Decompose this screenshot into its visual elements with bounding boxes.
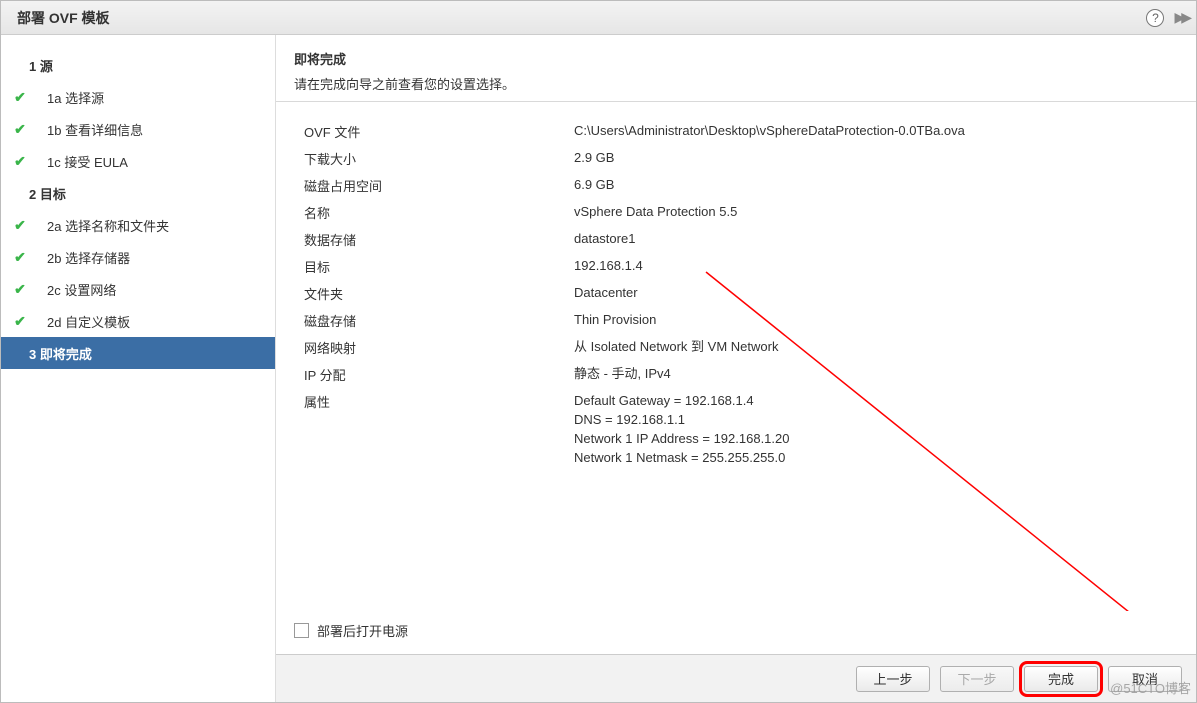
summary-content: OVF 文件 C:\Users\Administrator\Desktop\vSp… xyxy=(276,102,1196,611)
wizard-step-3[interactable]: ✔3 即将完成 xyxy=(1,337,275,369)
summary-label: IP 分配 xyxy=(304,365,564,384)
step-label: 1 源 xyxy=(29,56,53,75)
check-icon: ✔ xyxy=(11,281,29,298)
wizard-step-2b[interactable]: ✔2b 选择存储器 xyxy=(1,241,275,273)
dialog-body: 1 源✔1a 选择源✔1b 查看详细信息✔1c 接受 EULA2 目标✔2a 选… xyxy=(1,35,1196,702)
summary-label: 名称 xyxy=(304,203,564,222)
summary-value: 2.9 GB xyxy=(574,149,1178,168)
summary-value: 静态 - 手动, IPv4 xyxy=(574,365,1178,384)
expand-icon[interactable]: ▶▶ xyxy=(1174,9,1188,26)
help-icon[interactable]: ? xyxy=(1146,9,1164,27)
step-label: 3 即将完成 xyxy=(29,344,92,363)
summary-label: 磁盘存储 xyxy=(304,311,564,330)
step-label: 2 目标 xyxy=(29,184,66,203)
check-icon: ✔ xyxy=(11,121,29,138)
summary-value: 从 Isolated Network 到 VM Network xyxy=(574,338,1178,357)
ovf-deploy-dialog: 部署 OVF 模板 ? ▶▶ 1 源✔1a 选择源✔1b 查看详细信息✔1c 接… xyxy=(0,0,1197,703)
wizard-step-2[interactable]: 2 目标 xyxy=(1,177,275,209)
summary-value: datastore1 xyxy=(574,230,1178,249)
check-icon: ✔ xyxy=(11,89,29,106)
step-label: 2b 选择存储器 xyxy=(29,248,130,267)
summary-label: OVF 文件 xyxy=(304,122,564,141)
check-icon: ✔ xyxy=(11,217,29,234)
summary-label: 网络映射 xyxy=(304,338,564,357)
summary-value: Datacenter xyxy=(574,284,1178,303)
dialog-footer: 上一步 下一步 完成 取消 xyxy=(276,654,1196,702)
main-panel: 即将完成 请在完成向导之前查看您的设置选择。 OVF 文件 C:\Users\Ad… xyxy=(275,35,1196,702)
next-button: 下一步 xyxy=(940,666,1014,692)
dialog-title: 部署 OVF 模板 xyxy=(17,8,110,28)
wizard-step-1b[interactable]: ✔1b 查看详细信息 xyxy=(1,113,275,145)
summary-value: Thin Provision xyxy=(574,311,1178,330)
summary-value: 192.168.1.4 xyxy=(574,257,1178,276)
wizard-sidebar: 1 源✔1a 选择源✔1b 查看详细信息✔1c 接受 EULA2 目标✔2a 选… xyxy=(1,35,275,702)
summary-value: Default Gateway = 192.168.1.4 DNS = 192.… xyxy=(574,392,1178,467)
step-label: 1a 选择源 xyxy=(29,88,104,107)
wizard-step-2a[interactable]: ✔2a 选择名称和文件夹 xyxy=(1,209,275,241)
power-on-checkbox[interactable] xyxy=(294,623,309,638)
wizard-step-2c[interactable]: ✔2c 设置网络 xyxy=(1,273,275,305)
summary-label: 属性 xyxy=(304,392,564,411)
step-label: 2d 自定义模板 xyxy=(29,312,130,331)
check-icon: ✔ xyxy=(11,153,29,170)
summary-grid: OVF 文件 C:\Users\Administrator\Desktop\vSp… xyxy=(304,122,1178,467)
page-heading: 即将完成 xyxy=(294,49,1178,68)
check-icon: ✔ xyxy=(11,313,29,330)
check-icon: ✔ xyxy=(11,249,29,266)
wizard-step-1[interactable]: 1 源 xyxy=(1,49,275,81)
wizard-step-2d[interactable]: ✔2d 自定义模板 xyxy=(1,305,275,337)
finish-button[interactable]: 完成 xyxy=(1024,666,1098,692)
wizard-step-1c[interactable]: ✔1c 接受 EULA xyxy=(1,145,275,177)
summary-value: vSphere Data Protection 5.5 xyxy=(574,203,1178,222)
step-label: 1c 接受 EULA xyxy=(29,152,128,171)
summary-label: 下载大小 xyxy=(304,149,564,168)
step-label: 1b 查看详细信息 xyxy=(29,120,143,139)
cancel-button[interactable]: 取消 xyxy=(1108,666,1182,692)
step-label: 2c 设置网络 xyxy=(29,280,116,299)
titlebar: 部署 OVF 模板 ? ▶▶ xyxy=(1,1,1196,35)
summary-value: 6.9 GB xyxy=(574,176,1178,195)
power-on-label: 部署后打开电源 xyxy=(317,621,408,640)
summary-label: 磁盘占用空间 xyxy=(304,176,564,195)
wizard-step-1a[interactable]: ✔1a 选择源 xyxy=(1,81,275,113)
power-on-row: 部署后打开电源 xyxy=(276,611,1196,654)
summary-label: 数据存储 xyxy=(304,230,564,249)
page-subheading: 请在完成向导之前查看您的设置选择。 xyxy=(294,74,1178,93)
back-button[interactable]: 上一步 xyxy=(856,666,930,692)
summary-value: C:\Users\Administrator\Desktop\vSphereDa… xyxy=(574,122,1178,141)
main-header: 即将完成 请在完成向导之前查看您的设置选择。 xyxy=(276,35,1196,102)
summary-label: 目标 xyxy=(304,257,564,276)
step-label: 2a 选择名称和文件夹 xyxy=(29,216,169,235)
summary-label: 文件夹 xyxy=(304,284,564,303)
titlebar-controls: ? ▶▶ xyxy=(1146,9,1188,27)
